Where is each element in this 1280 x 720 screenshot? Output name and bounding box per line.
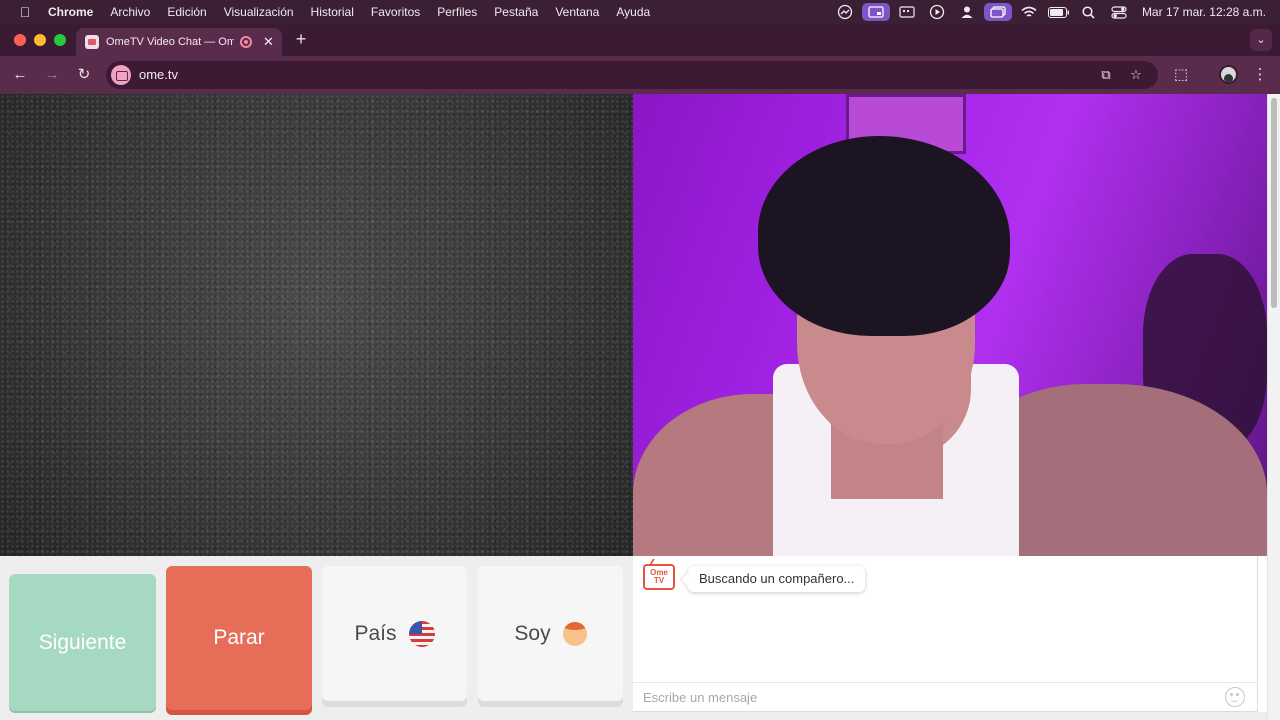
macos-menubar:  Chrome Archivo Edición Visualización H… (0, 0, 1280, 24)
menu-pestana[interactable]: Pestaña (494, 5, 538, 19)
keyboard-icon[interactable] (894, 0, 920, 24)
country-label: País (354, 621, 397, 645)
emoji-icon[interactable] (1225, 687, 1245, 707)
menu-ayuda[interactable]: Ayuda (616, 5, 650, 19)
page-viewport: Siguiente Parar País Soy Ome TV Buscando… (0, 94, 1280, 720)
battery-icon[interactable] (1046, 0, 1072, 24)
bookmark-star-icon[interactable]: ☆ (1128, 67, 1144, 83)
browser-toolbar: ← → ↻ ome.tv ⧉ ☆ ⬚ ⋮ (0, 56, 1280, 94)
chat-divider (633, 682, 1257, 683)
ometv-logo-text: Ome TV (650, 568, 668, 585)
stop-button[interactable]: Parar (166, 566, 312, 710)
site-info-icon[interactable] (111, 65, 131, 85)
video-static-noise (0, 94, 633, 556)
menu-visualizacion[interactable]: Visualización (224, 5, 294, 19)
gender-selector-button[interactable]: Soy (478, 566, 623, 701)
system-message: Buscando un compañero... (688, 566, 866, 592)
menubar-status-area: Mar 17 mar. 12:28 a.m. (828, 0, 1266, 24)
menu-archivo[interactable]: Archivo (110, 5, 150, 19)
video-person-hair (758, 136, 1010, 336)
url-text[interactable]: ome.tv (139, 67, 178, 82)
tab-strip: OmeTV Video Chat — Omegle ✕ + ⌄ (0, 24, 1280, 56)
message-input[interactable] (643, 687, 1213, 707)
back-button[interactable]: ← (10, 65, 30, 85)
cast-icon[interactable] (832, 0, 858, 24)
reload-button[interactable]: ↻ (74, 65, 94, 85)
forward-button[interactable]: → (42, 65, 62, 85)
window-icon[interactable] (983, 3, 1012, 21)
install-app-icon[interactable]: ⧉ (1098, 67, 1114, 83)
self-video (633, 94, 1267, 556)
recording-indicator-icon (240, 36, 252, 48)
wifi-icon[interactable] (1016, 0, 1042, 24)
chrome-menu-button[interactable]: ⋮ (1250, 65, 1270, 85)
menu-app-name[interactable]: Chrome (48, 5, 93, 19)
menubar-clock[interactable]: Mar 17 mar. 12:28 a.m. (1142, 5, 1266, 19)
next-button-label: Siguiente (38, 630, 127, 654)
apple-icon[interactable]:  (16, 4, 34, 20)
page-footer-strip (633, 712, 1267, 720)
play-icon[interactable] (924, 0, 950, 24)
gender-label: Soy (514, 621, 551, 645)
tab-close-button[interactable]: ✕ (263, 34, 274, 50)
extensions-icon[interactable]: ⬚ (1171, 65, 1191, 85)
new-tab-button[interactable]: + (292, 29, 310, 50)
search-icon[interactable] (1076, 0, 1102, 24)
ometv-logo-icon: Ome TV (643, 564, 675, 590)
stop-button-label: Parar (213, 626, 265, 649)
menu-edicion[interactable]: Edición (167, 5, 206, 19)
chat-panel: Ome TV Buscando un compañero... (633, 556, 1258, 712)
scrollbar-thumb[interactable] (1271, 98, 1277, 308)
menu-ventana[interactable]: Ventana (555, 5, 599, 19)
close-window-button[interactable] (14, 34, 26, 46)
tab-ometv[interactable]: OmeTV Video Chat — Omegle ✕ (76, 28, 282, 56)
menu-historial[interactable]: Historial (311, 5, 354, 19)
tab-title: OmeTV Video Chat — Omegle (106, 36, 234, 48)
profile-avatar[interactable] (1219, 65, 1238, 84)
user-icon[interactable] (954, 0, 980, 24)
ometv-favicon-icon (85, 35, 99, 49)
stranger-video (0, 94, 633, 556)
address-bar[interactable]: ome.tv ⧉ ☆ (106, 61, 1158, 89)
menu-favoritos[interactable]: Favoritos (371, 5, 420, 19)
boy-icon (562, 621, 587, 646)
us-flag-icon (408, 620, 435, 647)
chat-controls: Siguiente Parar País Soy (0, 556, 633, 720)
menu-perfiles[interactable]: Perfiles (437, 5, 477, 19)
country-selector-button[interactable]: País (322, 566, 467, 701)
tab-search-button[interactable]: ⌄ (1250, 29, 1272, 51)
next-button[interactable]: Siguiente (9, 574, 156, 711)
page-scrollbar[interactable] (1267, 94, 1280, 720)
fullscreen-window-button[interactable] (54, 34, 66, 46)
screen-mirror-icon[interactable] (861, 3, 890, 21)
minimize-window-button[interactable] (34, 34, 46, 46)
control-center-icon[interactable] (1106, 0, 1132, 24)
